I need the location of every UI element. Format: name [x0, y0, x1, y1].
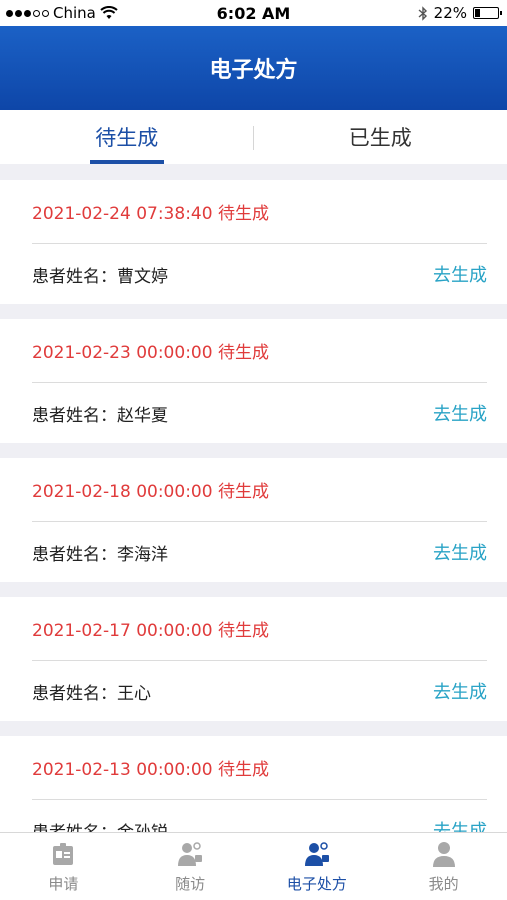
tab-pending[interactable]: 待生成	[0, 110, 254, 164]
nav-bar: 电子处方	[0, 26, 507, 110]
tabbar-item-apply[interactable]: 申请	[0, 833, 127, 900]
id-card-icon	[53, 843, 74, 865]
tab-strip: 待生成 已生成	[0, 110, 507, 164]
generate-button[interactable]: 去生成	[433, 261, 487, 287]
page-title: 电子处方	[209, 58, 298, 83]
tabbar-item-prescription[interactable]: 电子处方	[254, 833, 381, 900]
prescription-row: 患者姓名：赵华夏 去生成	[32, 383, 487, 443]
prescription-datetime-status: 2021-02-17 00:00:00 待生成	[32, 597, 487, 661]
generate-button[interactable]: 去生成	[433, 817, 487, 832]
status-bar: China 6:02 AM 22%	[0, 0, 507, 26]
prescription-card[interactable]: 2021-02-13 00:00:00 待生成 患者姓名：金孙锐 去生成	[0, 736, 507, 832]
prescription-datetime-status: 2021-02-23 00:00:00 待生成	[32, 319, 487, 383]
tabbar-label: 随访	[175, 875, 206, 893]
patient-name: 患者姓名：王心	[32, 683, 151, 704]
battery-icon	[473, 7, 502, 19]
prescription-datetime-status: 2021-02-13 00:00:00 待生成	[32, 736, 487, 800]
patient-name: 患者姓名：赵华夏	[32, 405, 168, 426]
bottom-tab-bar: 申请 随访 电子处方 我的	[0, 832, 507, 900]
prescription-card[interactable]: 2021-02-17 00:00:00 待生成 患者姓名：王心 去生成	[0, 597, 507, 721]
tabbar-item-followup[interactable]: 随访	[127, 833, 254, 900]
prescription-datetime-status: 2021-02-24 07:38:40 待生成	[32, 180, 487, 244]
prescription-card[interactable]: 2021-02-24 07:38:40 待生成 患者姓名：曹文婷 去生成	[0, 180, 507, 304]
prescription-card[interactable]: 2021-02-23 00:00:00 待生成 患者姓名：赵华夏 去生成	[0, 319, 507, 443]
tab-generated[interactable]: 已生成	[254, 110, 507, 164]
follow-up-icon	[178, 842, 203, 866]
status-right: 22%	[418, 4, 502, 22]
prescription-card[interactable]: 2021-02-18 00:00:00 待生成 患者姓名：李海洋 去生成	[0, 458, 507, 582]
tabbar-label: 申请	[48, 875, 79, 893]
generate-button[interactable]: 去生成	[433, 539, 487, 565]
prescription-icon	[304, 842, 329, 866]
tabbar-label: 我的	[428, 875, 459, 893]
patient-name: 患者姓名：曹文婷	[32, 266, 168, 287]
bluetooth-icon	[418, 5, 427, 21]
tabbar-item-mine[interactable]: 我的	[380, 833, 507, 900]
tabbar-label: 电子处方	[286, 875, 347, 893]
prescription-row: 患者姓名：王心 去生成	[32, 661, 487, 721]
prescription-row: 患者姓名：曹文婷 去生成	[32, 244, 487, 304]
battery-level	[475, 9, 480, 17]
generate-button[interactable]: 去生成	[433, 400, 487, 426]
prescription-list[interactable]: 2021-02-24 07:38:40 待生成 患者姓名：曹文婷 去生成 202…	[0, 180, 507, 832]
patient-name: 患者姓名：李海洋	[32, 544, 168, 565]
generate-button[interactable]: 去生成	[433, 678, 487, 704]
patient-name: 患者姓名：金孙锐	[32, 818, 168, 833]
user-icon	[432, 842, 455, 867]
prescription-datetime-status: 2021-02-18 00:00:00 待生成	[32, 458, 487, 522]
battery-percent: 22%	[433, 4, 467, 22]
prescription-row: 患者姓名：李海洋 去生成	[32, 522, 487, 582]
prescription-row: 患者姓名：金孙锐 去生成	[32, 800, 487, 832]
